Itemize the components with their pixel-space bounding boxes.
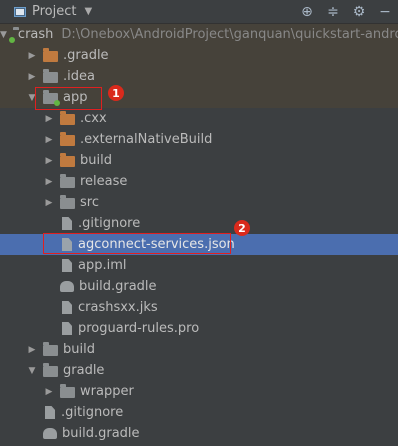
tree-item-label: .gitignore (78, 216, 141, 231)
tree-item-gradle[interactable]: ▼ gradle (0, 360, 398, 381)
tree-item-label: build (63, 342, 95, 357)
project-window-icon (14, 6, 26, 17)
hide-icon[interactable]: − (372, 4, 398, 20)
folder-icon (60, 132, 75, 146)
chevron-down-icon[interactable]: ▼ (84, 6, 92, 17)
project-view-label: Project (32, 4, 77, 19)
tree-item-label: crash (17, 27, 54, 42)
tree-item-label: release (80, 174, 128, 189)
tree-item-proguard-rules-pro[interactable]: proguard-rules.pro (0, 318, 398, 339)
tree-item-build[interactable]: ▶ build (0, 150, 398, 171)
folder-icon (43, 342, 58, 356)
chevron-right-icon[interactable]: ▶ (27, 51, 37, 61)
tree-item-label: build.gradle (62, 426, 140, 441)
tree-item-build-gradle[interactable]: build.gradle (0, 276, 398, 297)
tree-item-label: .gitignore (61, 405, 124, 420)
project-toolbar: Project ▼ ⊕ ≑ ⚙ − (0, 0, 398, 24)
tree-item-label: build.gradle (79, 279, 157, 294)
file-icon (62, 322, 72, 335)
tree-item-crash[interactable]: ▼ crash D:\Onebox\AndroidProject\ganquan\q… (0, 24, 398, 45)
chevron-right-icon[interactable]: ▶ (27, 345, 37, 355)
tree-item-label: .idea (63, 69, 95, 84)
collapse-icon[interactable]: ≑ (320, 4, 346, 20)
annotation-box-json (43, 233, 231, 254)
tree-item-idea[interactable]: ▶ .idea (0, 66, 398, 87)
module-file-icon (62, 259, 72, 272)
folder-icon (43, 363, 58, 377)
tree-item-gitignore[interactable]: .gitignore (0, 213, 398, 234)
chevron-right-icon[interactable]: ▶ (44, 114, 54, 124)
chevron-right-icon[interactable]: ▶ (44, 198, 54, 208)
folder-icon (43, 69, 58, 83)
target-icon[interactable]: ⊕ (294, 4, 320, 20)
tree-item-label: src (80, 195, 99, 210)
tree-item-externalnativebuild[interactable]: ▶ .externalNativeBuild (0, 129, 398, 150)
folder-icon (60, 153, 75, 167)
tree-item-crashsxx-jks[interactable]: crashsxx.jks (0, 297, 398, 318)
tree-item-label: gradle (63, 363, 105, 378)
gradle-icon (43, 428, 57, 439)
chevron-down-icon[interactable]: ▼ (27, 366, 37, 376)
chevron-right-icon[interactable]: ▶ (44, 177, 54, 187)
tree-item-label: .cxx (80, 111, 107, 126)
tree-item-wrapper[interactable]: ▶ wrapper (0, 381, 398, 402)
tree-item-label: build (80, 153, 112, 168)
tree-item-app-iml[interactable]: app.iml (0, 255, 398, 276)
folder-icon (60, 384, 75, 398)
folder-icon (60, 195, 75, 209)
tree-item-build[interactable]: ▶ build (0, 339, 398, 360)
tree-item-label: .gradle (63, 48, 109, 63)
chevron-right-icon[interactable]: ▶ (44, 387, 54, 397)
tree-item-label: app.iml (78, 258, 127, 273)
tree-item-label: crashsxx.jks (78, 300, 158, 315)
folder-icon (43, 48, 58, 62)
project-view-selector[interactable]: Project ▼ (14, 4, 92, 19)
file-icon (45, 406, 55, 419)
toolbar-actions: ⊕ ≑ ⚙ − (294, 0, 398, 24)
tree-item-label: .externalNativeBuild (80, 132, 213, 147)
annotation-badge-1: 1 (108, 85, 124, 101)
tree-item-src[interactable]: ▶ src (0, 192, 398, 213)
tree-item-cxx[interactable]: ▶ .cxx (0, 108, 398, 129)
project-path: D:\Onebox\AndroidProject\ganquan\quickst… (61, 27, 398, 42)
gear-icon[interactable]: ⚙ (346, 4, 372, 20)
tree-item-gradle[interactable]: ▶ .gradle (0, 45, 398, 66)
tree-item-build-gradle[interactable]: build.gradle (0, 423, 398, 444)
tree-item-release[interactable]: ▶ release (0, 171, 398, 192)
folder-icon (60, 111, 75, 125)
chevron-right-icon[interactable]: ▶ (27, 72, 37, 82)
file-icon (62, 301, 72, 314)
annotation-badge-2: 2 (234, 220, 250, 236)
chevron-right-icon[interactable]: ▶ (44, 156, 54, 166)
gradle-icon (60, 281, 74, 292)
tree-item-gitignore[interactable]: .gitignore (0, 402, 398, 423)
folder-icon (60, 174, 75, 188)
tree-item-label: proguard-rules.pro (78, 321, 200, 336)
chevron-down-icon[interactable]: ▼ (0, 30, 7, 40)
file-icon (62, 217, 72, 230)
tree-item-label: wrapper (80, 384, 134, 399)
chevron-right-icon[interactable]: ▶ (44, 135, 54, 145)
annotation-box-app (35, 87, 102, 110)
